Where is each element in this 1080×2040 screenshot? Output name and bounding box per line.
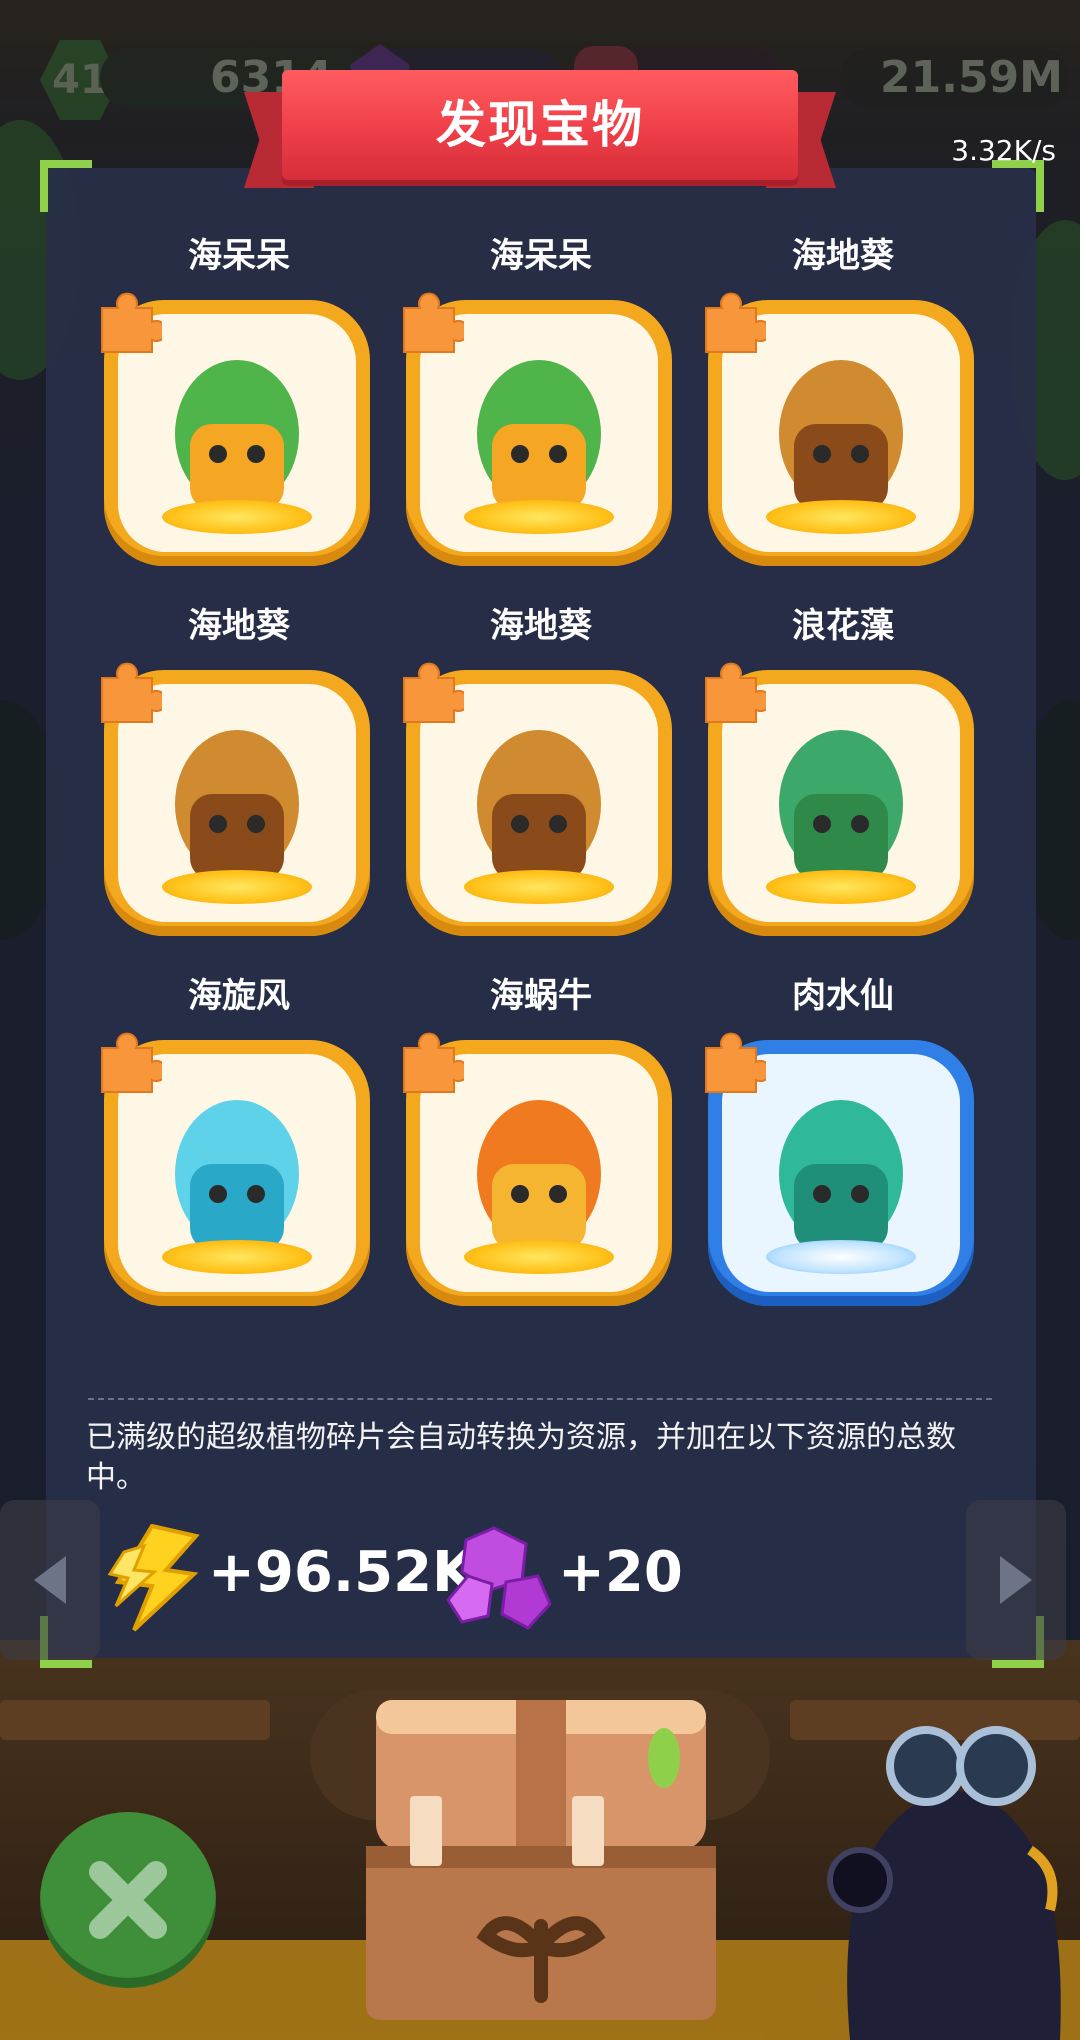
- divider: [88, 1398, 992, 1400]
- treasure-frame: [403, 662, 672, 936]
- treasure-name: 浪花藻: [792, 606, 894, 646]
- treasure-card[interactable]: 海地葵: [705, 234, 978, 566]
- pedestal: [766, 870, 916, 904]
- pedestal: [766, 1240, 916, 1274]
- energy-reward-value: +96.52K: [208, 1540, 476, 1605]
- treasure-frame: [403, 292, 672, 566]
- treasure-name: 海呆呆: [188, 236, 290, 276]
- treasure-name: 海地葵: [792, 236, 894, 276]
- treasure-name: 海地葵: [490, 606, 592, 646]
- pedestal: [162, 870, 312, 904]
- gem-reward-value: +20: [558, 1540, 683, 1605]
- treasure-frame: [705, 662, 974, 936]
- puzzle-piece-icon: [101, 662, 162, 723]
- puzzle-piece-icon: [403, 662, 464, 723]
- previous-arrow-button[interactable]: [0, 1500, 100, 1660]
- treasure-card[interactable]: 浪花藻: [705, 604, 978, 936]
- treasure-name: 海呆呆: [490, 236, 592, 276]
- lightning-energy-icon: [107, 1524, 200, 1632]
- treasure-card[interactable]: 海呆呆: [403, 234, 676, 566]
- treasure-card[interactable]: 海地葵: [403, 604, 676, 936]
- pedestal: [162, 1240, 312, 1274]
- puzzle-piece-icon: [403, 292, 464, 353]
- treasure-chest-icon: [366, 1700, 716, 2020]
- close-button[interactable]: [40, 1812, 216, 1988]
- treasure-frame: [101, 1032, 370, 1306]
- pedestal: [464, 870, 614, 904]
- treasure-card[interactable]: 海地葵: [101, 604, 374, 936]
- pedestal: [464, 1240, 614, 1274]
- energy-reward: +96.52K: [104, 1520, 475, 1640]
- treasure-name: 肉水仙: [792, 976, 894, 1016]
- purple-gems-icon: [446, 1526, 552, 1630]
- monster-character-icon: [827, 1726, 1061, 2040]
- puzzle-piece-icon: [705, 292, 766, 353]
- puzzle-piece-icon: [705, 662, 766, 723]
- treasure-card[interactable]: 海蜗牛: [403, 974, 676, 1306]
- gem-reward: +20: [446, 1520, 683, 1640]
- treasure-card[interactable]: 海呆呆: [101, 234, 374, 566]
- treasure-frame: [403, 1032, 672, 1306]
- pedestal: [766, 500, 916, 534]
- treasure-frame: [705, 1032, 974, 1306]
- conversion-info-text: 已满级的超级植物碎片会自动转换为资源，并加在以下资源的总数中。: [86, 1420, 956, 1495]
- treasure-frame: [101, 292, 370, 566]
- chevron-left-icon: [34, 1556, 66, 1604]
- treasure-name: 海旋风: [188, 976, 290, 1016]
- production-rate: 3.32K/s: [951, 134, 1056, 167]
- dialog-title: 发现宝物: [436, 96, 644, 154]
- close-icon: [89, 1861, 167, 1939]
- title-banner: 发现宝物: [282, 70, 798, 180]
- treasure-name: 海地葵: [188, 606, 290, 646]
- corner-bracket: [992, 160, 1044, 212]
- treasure-frame: [101, 662, 370, 936]
- pedestal: [162, 500, 312, 534]
- corner-bracket: [40, 160, 92, 212]
- chevron-right-icon: [1000, 1556, 1032, 1604]
- treasure-card[interactable]: 海旋风: [101, 974, 374, 1306]
- puzzle-piece-icon: [101, 292, 162, 353]
- treasure-card[interactable]: 肉水仙: [705, 974, 978, 1306]
- puzzle-piece-icon: [705, 1032, 766, 1093]
- treasure-name: 海蜗牛: [490, 976, 592, 1016]
- next-arrow-button[interactable]: [966, 1500, 1066, 1660]
- pedestal: [464, 500, 614, 534]
- treasure-frame: [705, 292, 974, 566]
- puzzle-piece-icon: [403, 1032, 464, 1093]
- puzzle-piece-icon: [101, 1032, 162, 1093]
